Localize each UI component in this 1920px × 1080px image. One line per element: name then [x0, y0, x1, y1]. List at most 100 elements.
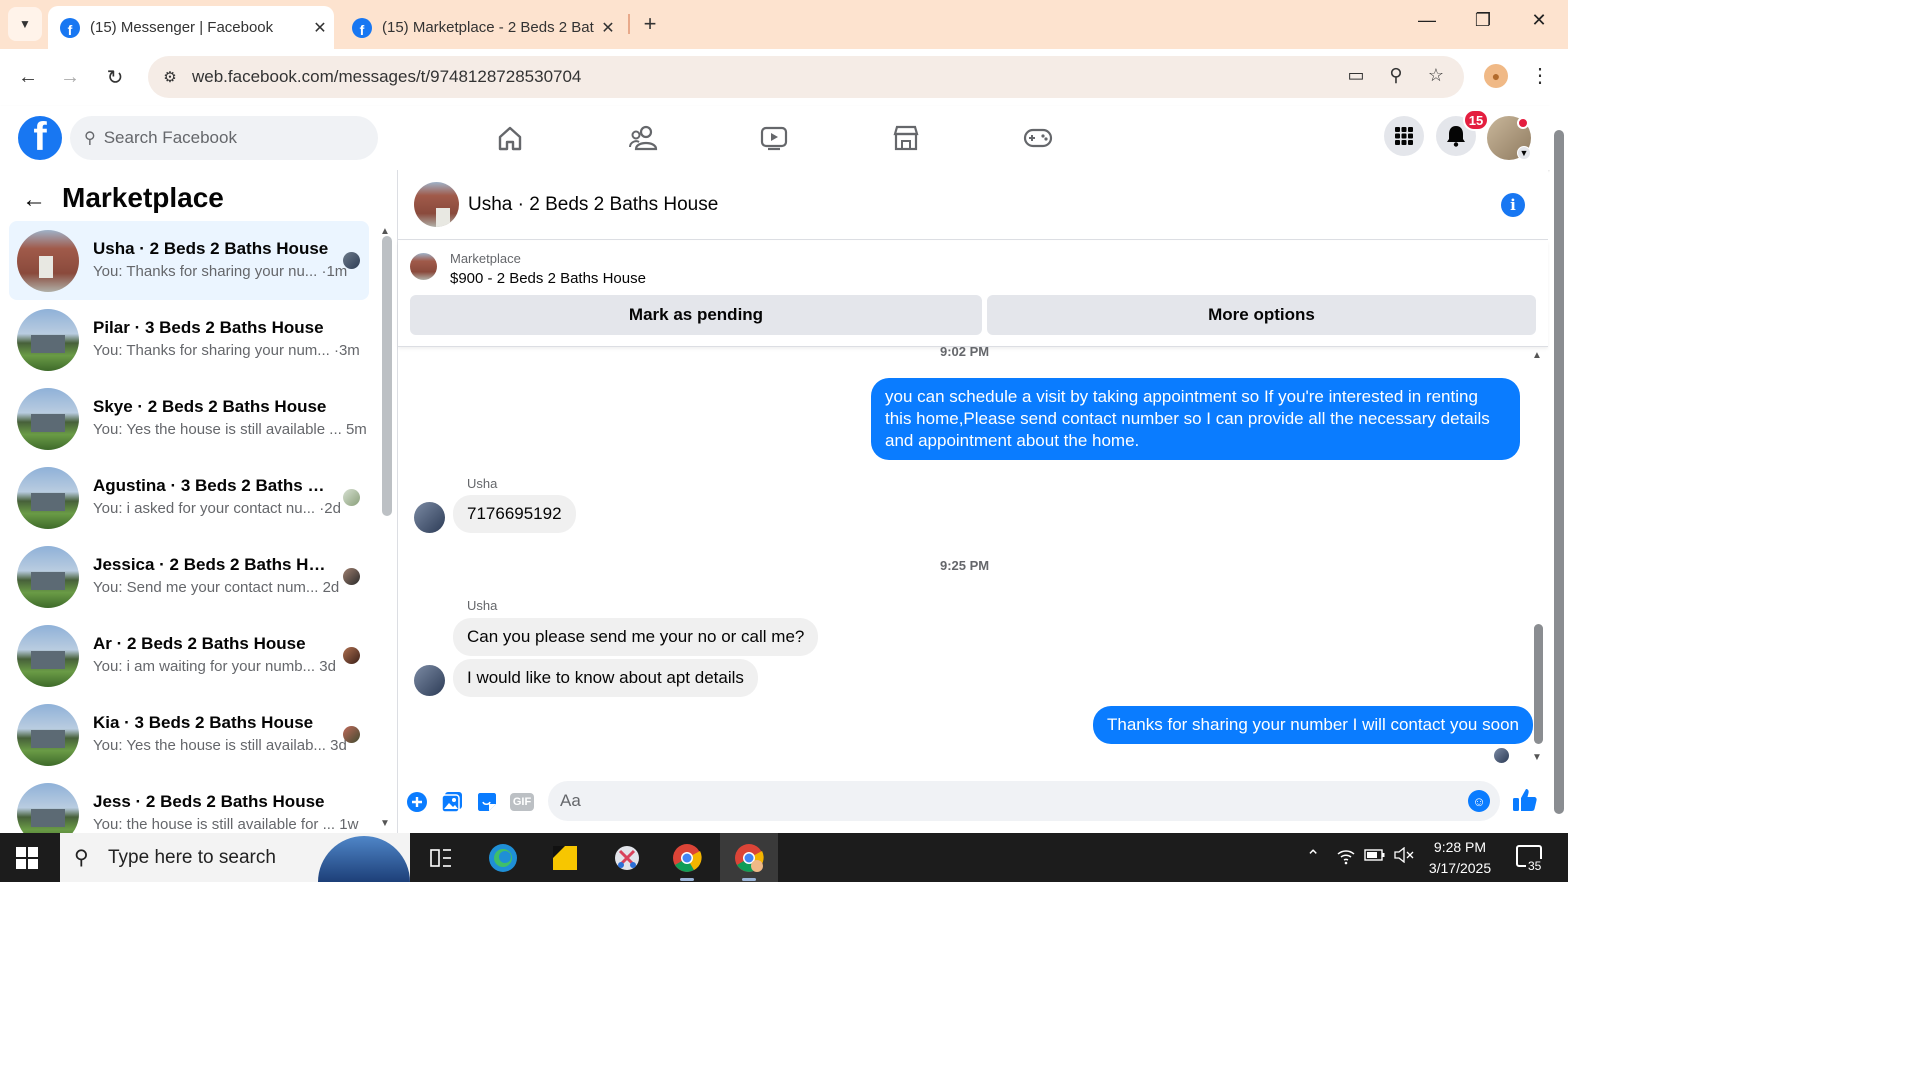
task-view-icon[interactable] — [422, 839, 460, 877]
outgoing-message[interactable]: Thanks for sharing your number I will co… — [1093, 706, 1533, 744]
sender-avatar[interactable] — [414, 502, 445, 533]
conversation-item[interactable]: Pilar · 3 Beds 2 Baths House You: Thanks… — [9, 300, 369, 379]
edge-browser-icon[interactable] — [484, 839, 522, 877]
gif-icon[interactable]: GIF — [509, 790, 535, 814]
install-app-icon[interactable]: ▭ — [1344, 65, 1368, 89]
message-input[interactable]: Aa ☺ — [548, 781, 1500, 821]
tab-marketplace[interactable]: f (15) Marketplace - 2 Beds 2 Bat ✕ — [340, 6, 622, 49]
search-placeholder: Search Facebook — [103, 128, 237, 147]
scroll-up-arrow-icon[interactable]: ▲ — [1532, 350, 1542, 361]
volume-muted-icon[interactable] — [1394, 846, 1414, 868]
taskbar-search-placeholder: Type here to search — [108, 846, 276, 868]
conversation-preview: You: Yes the house is still availab... 3… — [93, 737, 347, 754]
incoming-message[interactable]: 7176695192 — [453, 495, 576, 533]
listing-label: Marketplace — [450, 251, 521, 266]
home-icon[interactable] — [494, 122, 526, 154]
conversation-item[interactable]: Kia · 3 Beds 2 Baths House You: Yes the … — [9, 695, 369, 774]
browser-menu-icon[interactable]: ⋮ — [1530, 63, 1550, 88]
restore-icon[interactable]: ❐ — [1468, 10, 1498, 40]
url-text[interactable]: web.facebook.com/messages/t/974812872853… — [192, 67, 581, 87]
facebook-search-input[interactable]: ⚲ Search Facebook — [70, 116, 378, 160]
battery-icon[interactable] — [1364, 847, 1386, 868]
sticker-icon[interactable] — [475, 790, 499, 814]
conversation-preview: You: the house is still available for ..… — [93, 816, 359, 833]
marketplace-conversation-list: ← Marketplace Usha · 2 Beds 2 Baths Hous… — [0, 170, 398, 833]
more-options-button[interactable]: More options — [987, 295, 1536, 335]
gaming-icon[interactable] — [1022, 122, 1054, 154]
page-scrollbar[interactable] — [1550, 106, 1568, 833]
back-arrow-icon[interactable]: ← — [22, 186, 46, 214]
message-composer: GIF Aa ☺ — [398, 770, 1548, 830]
zoom-icon[interactable]: ⚲ — [1384, 65, 1408, 89]
thumbs-up-like-icon[interactable] — [1512, 787, 1540, 815]
address-bar[interactable]: ⚙ web.facebook.com/messages/t/9748128728… — [148, 56, 1464, 98]
facebook-favicon-icon: f — [352, 17, 372, 38]
bookmark-star-icon[interactable]: ☆ — [1424, 65, 1448, 89]
chat-title[interactable]: Usha · 2 Beds 2 Baths House — [468, 194, 718, 216]
network-wifi-icon[interactable] — [1336, 847, 1356, 870]
conversation-item[interactable]: Jessica · 2 Beds 2 Baths House You: Send… — [9, 537, 369, 616]
conversation-item[interactable]: Usha · 2 Beds 2 Baths House You: Thanks … — [9, 221, 369, 300]
menu-grid-icon[interactable] — [1384, 116, 1424, 156]
chat-header: Usha · 2 Beds 2 Baths House i — [398, 170, 1548, 240]
chrome-browser-icon[interactable] — [668, 839, 706, 881]
browser-profile-icon[interactable]: ● — [1484, 64, 1508, 88]
scroll-down-arrow-icon[interactable]: ▼ — [380, 818, 390, 829]
conversation-item[interactable]: Skye · 2 Beds 2 Baths House You: Yes the… — [9, 379, 369, 458]
participant-avatar — [343, 489, 360, 506]
sender-avatar[interactable] — [414, 665, 445, 696]
search-highlight-image — [318, 836, 410, 882]
marketplace-icon[interactable] — [890, 122, 922, 154]
info-icon[interactable]: i — [1501, 193, 1525, 217]
close-tab-icon[interactable]: ✕ — [594, 18, 622, 38]
conversation-preview: You: Thanks for sharing your num... ·3m — [93, 342, 360, 359]
video-icon[interactable] — [758, 122, 790, 154]
message-timestamp: 9:25 PM — [940, 558, 990, 573]
more-actions-plus-icon[interactable] — [405, 790, 429, 814]
new-tab-plus-icon[interactable]: + — [636, 10, 664, 38]
conversation-name: Jessica · 2 Beds 2 Baths House — [93, 555, 333, 574]
facebook-logo-icon[interactable]: f — [18, 116, 62, 160]
messages-scrollbar[interactable] — [1534, 624, 1543, 744]
conversation-item[interactable]: Jess · 2 Beds 2 Baths House You: the hou… — [9, 774, 369, 833]
panel-title: Marketplace — [62, 182, 224, 213]
snipping-tool-icon[interactable] — [608, 839, 646, 877]
mark-as-pending-button[interactable]: Mark as pending — [410, 295, 982, 335]
chrome-profile-browser-icon[interactable] — [730, 839, 768, 881]
chat-avatar[interactable] — [414, 182, 459, 227]
emoji-icon[interactable]: ☺ — [1468, 790, 1490, 812]
conversation-item[interactable]: Ar · 2 Beds 2 Baths House You: i am wait… — [9, 616, 369, 695]
sticky-notes-icon[interactable] — [546, 839, 584, 877]
minimize-icon[interactable]: — — [1412, 10, 1442, 40]
back-arrow-icon[interactable]: ← — [14, 63, 42, 91]
close-window-icon[interactable]: ✕ — [1524, 10, 1554, 40]
forward-arrow-icon[interactable]: → — [56, 63, 84, 91]
tab-search-dropdown-icon[interactable]: ▼ — [8, 7, 42, 41]
attach-photo-icon[interactable] — [440, 790, 464, 814]
incoming-message[interactable]: Can you please send me your no or call m… — [453, 618, 819, 656]
page-scrollbar-thumb[interactable] — [1554, 130, 1564, 814]
conversation-list-scrollbar[interactable] — [382, 236, 392, 516]
account-chevron-down-icon[interactable]: ▼ — [1517, 146, 1531, 160]
reload-icon[interactable]: ↻ — [101, 63, 129, 91]
tab-messenger[interactable]: f (15) Messenger | Facebook ✕ — [48, 6, 334, 49]
marketplace-listing-banner: Marketplace $900 - 2 Beds 2 Baths House … — [398, 241, 1548, 347]
scroll-down-arrow-icon[interactable]: ▼ — [1532, 752, 1542, 763]
participant-avatar — [343, 568, 360, 585]
close-tab-icon[interactable]: ✕ — [306, 18, 334, 38]
conversation-item[interactable]: Agustina · 3 Beds 2 Baths Ho... You: i a… — [9, 458, 369, 537]
windows-start-icon[interactable] — [16, 847, 38, 869]
friends-icon[interactable] — [627, 122, 659, 154]
listing-thumbnail[interactable] — [410, 253, 437, 280]
listing-thumbnail — [17, 704, 79, 766]
site-settings-icon[interactable]: ⚙ — [158, 65, 182, 89]
listing-price[interactable]: $900 - 2 Beds 2 Baths House — [450, 270, 646, 287]
system-clock[interactable]: 9:28 PM 3/17/2025 — [1422, 837, 1498, 879]
browser-tab-bar: ▼ f (15) Messenger | Facebook ✕ f (15) M… — [0, 0, 1568, 49]
incoming-message[interactable]: I would like to know about apt details — [453, 659, 758, 697]
facebook-header: f ⚲ Search Facebook — [0, 106, 1550, 170]
taskbar-search-input[interactable]: ⚲ Type here to search — [60, 833, 410, 882]
outgoing-message[interactable]: you can schedule a visit by taking appoi… — [871, 378, 1520, 460]
listing-thumbnail — [17, 230, 79, 292]
show-hidden-icons-chevron-icon[interactable]: ⌃ — [1306, 847, 1320, 867]
